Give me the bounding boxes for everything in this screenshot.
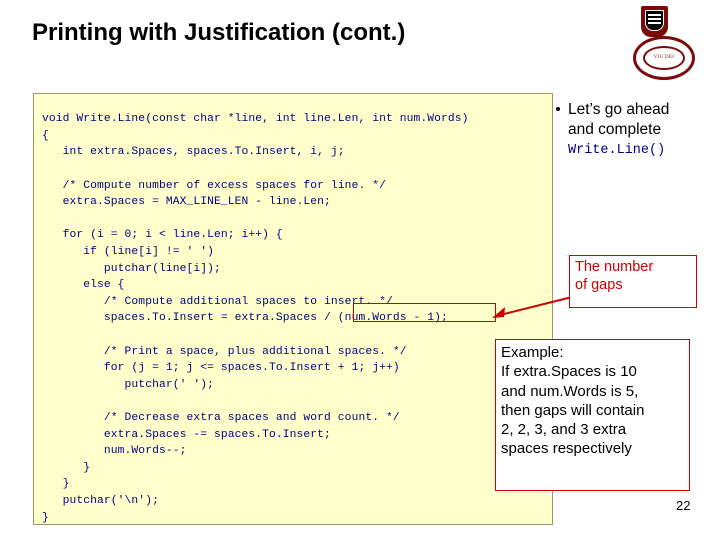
- gaps-callout-arrow-icon: [492, 296, 573, 318]
- gaps-callout-box: The number of gaps: [569, 255, 697, 308]
- bullet-item: Let’s go ahead and complete Write.Line(): [556, 100, 720, 161]
- shield-stripe-icon: [648, 18, 661, 20]
- example-line-6: spaces respectively: [501, 440, 632, 458]
- wreath-motto: VIG DEI: [653, 55, 675, 60]
- num-words-highlight-box: [353, 303, 496, 322]
- princeton-shield-logo-icon: VIG DEI: [633, 6, 695, 80]
- page-number: 22: [676, 498, 691, 513]
- example-line-2: If extra.Spaces is 10: [501, 363, 637, 381]
- bullet-text: Let’s go ahead and complete Write.Line(): [568, 100, 720, 161]
- gaps-callout-line-2: of gaps: [575, 277, 623, 293]
- bullet-line-2: and complete: [568, 120, 662, 138]
- shield-icon: [641, 6, 668, 37]
- bullet-code-label: Write.Line(): [568, 143, 666, 158]
- gaps-callout-line-1: The number: [575, 259, 654, 275]
- example-line-5: 2, 2, 3, and 3 extra: [501, 421, 627, 439]
- shield-inner-icon: [645, 10, 664, 31]
- example-line-1: Example:: [501, 344, 564, 361]
- example-callout-box: Example: If extra.Spaces is 10 and num.W…: [495, 339, 690, 491]
- bullet-line-1: Let’s go ahead: [568, 101, 670, 118]
- wreath-icon: VIG DEI: [633, 36, 695, 80]
- page-title: Printing with Justification (cont.): [32, 19, 406, 46]
- example-callout-text: Example: If extra.Spaces is 10 and num.W…: [496, 340, 689, 459]
- slide-canvas: VIG DEI Printing with Justification (con…: [0, 0, 720, 540]
- bullet-dot-icon: [556, 107, 560, 111]
- shield-stripe-icon: [648, 14, 661, 16]
- example-line-3: and num.Words is 5,: [501, 382, 639, 400]
- example-line-4: then gaps will contain: [501, 401, 645, 419]
- shield-stripe-icon: [648, 22, 661, 24]
- gaps-callout-text: The number of gaps: [570, 256, 696, 294]
